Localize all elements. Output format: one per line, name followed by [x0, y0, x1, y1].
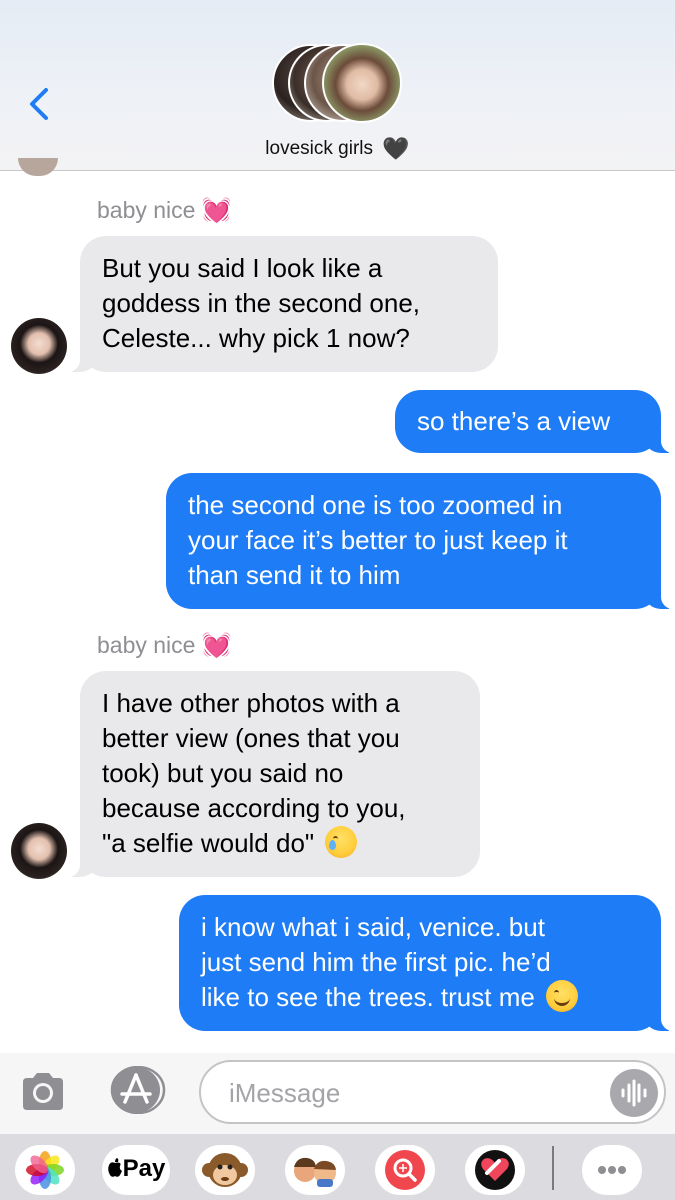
incoming-message-bubble[interactable]: But you said I look like a goddess in th…	[54, 236, 498, 372]
outgoing-message-bubble[interactable]: i know what i said, venice. but just sen…	[179, 895, 675, 1031]
crying-face-icon	[325, 826, 358, 858]
memoji-stickers-icon	[294, 1157, 336, 1187]
group-name-text: lovesick girls	[265, 138, 373, 159]
message-text-line: I have other photos with a	[102, 688, 400, 718]
message-text-line: because according to you,	[102, 793, 406, 823]
incoming-message-bubble[interactable]: I have other photos with a better view (…	[54, 671, 480, 877]
apple-pay-button[interactable]: Pay	[102, 1145, 170, 1195]
imessage-input[interactable]	[199, 1060, 666, 1124]
digital-touch-icon	[475, 1150, 515, 1190]
camera-icon	[23, 1073, 63, 1110]
message-text-line: Celeste... why pick 1 now?	[102, 323, 410, 353]
photos-icon	[26, 1151, 64, 1189]
message-text-line: took) but you said no	[102, 758, 344, 788]
memoji-stickers-button[interactable]	[285, 1145, 345, 1195]
smiling-face-icon	[546, 980, 579, 1012]
app-store-button[interactable]	[107, 1065, 167, 1115]
beating-heart-icon: 💓	[201, 197, 232, 224]
outgoing-message-bubble[interactable]: the second one is too zoomed in your fac…	[166, 473, 675, 609]
message-text-line: like to see the trees. trust me	[201, 980, 639, 1015]
group-title[interactable]: lovesick girls 🖤	[0, 136, 675, 162]
sender-name: baby nice 💓	[97, 631, 231, 660]
apple-pay-label: Pay	[122, 1155, 166, 1182]
message-text-line: so there’s a view	[417, 406, 611, 436]
group-avatar-stack[interactable]	[272, 43, 404, 124]
message-text-fragment: like to see the trees. trust me	[201, 982, 535, 1012]
digital-touch-button[interactable]	[465, 1145, 525, 1195]
message-text-line: just send him the first pic. he’d	[201, 947, 551, 977]
camera-button[interactable]	[19, 1070, 67, 1112]
message-text-line: better view (ones that you	[102, 723, 400, 753]
animoji-button[interactable]	[195, 1145, 255, 1195]
web-search-icon	[385, 1150, 425, 1190]
sender-name-text: baby nice	[97, 632, 196, 658]
message-text-line: your face it’s better to just keep it	[188, 525, 568, 555]
monkey-memoji-icon	[202, 1153, 248, 1187]
apple-pay-icon: Pay	[102, 1155, 170, 1183]
message-text-line: i know what i said, venice. but	[201, 912, 545, 942]
chevron-left-icon	[30, 88, 48, 120]
app-drawer-divider	[552, 1146, 554, 1190]
sender-name: baby nice 💓	[97, 196, 231, 225]
more-apps-icon	[598, 1166, 626, 1174]
message-text-field[interactable]	[229, 1074, 589, 1112]
conversation-header: lovesick girls 🖤	[0, 0, 675, 171]
message-text-line: But you said I look like a	[102, 253, 383, 283]
message-text-line: goddess in the second one,	[102, 288, 421, 318]
app-store-icon	[110, 1065, 166, 1115]
previous-message-avatar	[18, 158, 58, 176]
apple-logo-icon	[107, 1158, 122, 1177]
message-text-fragment: "a selfie would do"	[102, 828, 315, 858]
message-text-line: than send it to him	[188, 560, 401, 590]
photos-app-button[interactable]	[15, 1145, 75, 1195]
group-member-avatar	[322, 43, 402, 123]
sender-name-text: baby nice	[97, 197, 196, 223]
outgoing-message-bubble[interactable]: so there’s a view	[395, 390, 675, 453]
message-text-line: the second one is too zoomed in	[188, 490, 563, 520]
sender-avatar[interactable]	[11, 823, 67, 879]
web-search-button[interactable]	[375, 1145, 435, 1195]
beating-heart-icon: 💓	[201, 632, 232, 659]
audio-message-button[interactable]	[610, 1069, 658, 1117]
sender-avatar[interactable]	[11, 318, 67, 374]
black-heart-icon: 🖤	[382, 136, 410, 161]
more-apps-button[interactable]	[582, 1145, 642, 1195]
waveform-icon	[621, 1079, 647, 1107]
message-text-line: "a selfie would do"	[102, 826, 458, 861]
back-button[interactable]	[20, 82, 60, 126]
